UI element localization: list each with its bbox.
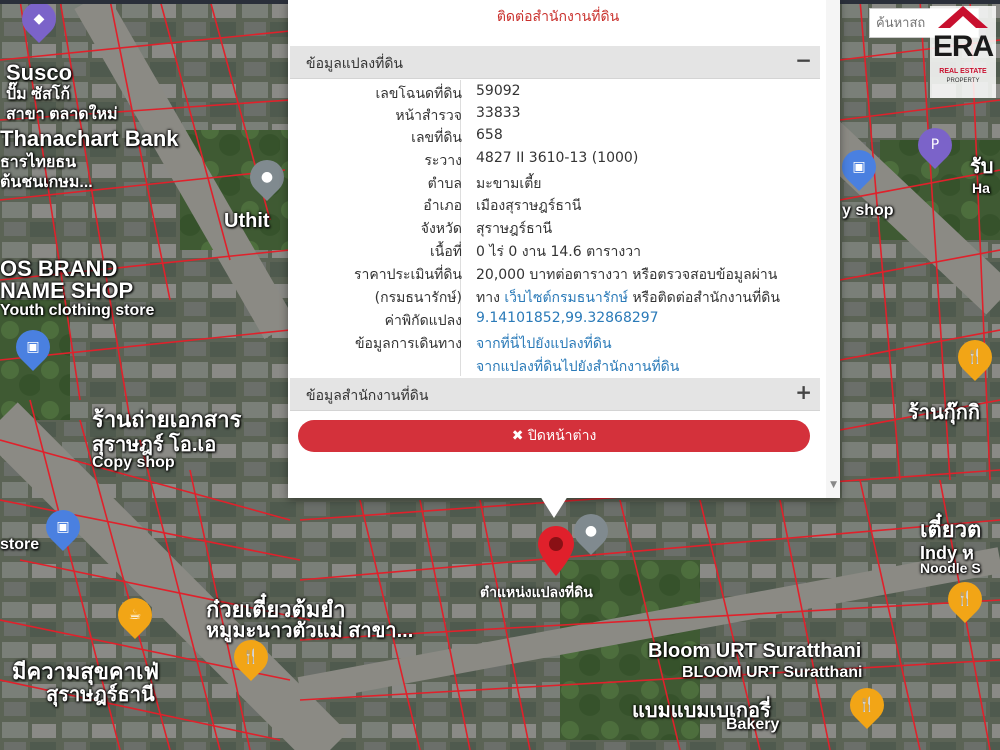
row-value: เมืองสุราษฎร์ธานี: [476, 198, 582, 214]
map-label: Copy shop: [92, 454, 175, 471]
table-row: อำเภอ เมืองสุราษฎร์ธานี: [290, 192, 820, 214]
row-value: ทาง เว็บไซต์กรมธนารักษ์ หรือติดต่อสำนักง…: [476, 287, 780, 309]
logo-tagline: REAL ESTATE: [939, 68, 987, 75]
logo-sub: PROPERTY: [946, 78, 980, 84]
table-row: เลขโฉนดที่ดิน 59092: [290, 80, 820, 102]
row-label: ระวาง: [424, 153, 462, 169]
directions-to-plot-link[interactable]: จากที่นี่ไปยังแปลงที่ดิน: [476, 333, 612, 355]
scroll-down-icon[interactable]: ▼: [830, 480, 837, 490]
map-label: ต้นชนเกษม...: [0, 174, 93, 191]
row-value: 4827 II 3610-13 (1000): [476, 150, 639, 166]
table-row: เลขที่ดิน 658: [290, 124, 820, 146]
row-value: 658: [476, 127, 503, 143]
map-label: Thanachart Bank: [0, 126, 179, 151]
close-window-button[interactable]: ✖ ปิดหน้าต่าง: [298, 420, 810, 452]
map-label: Youth clothing store: [0, 302, 155, 319]
map-label: Ha: [972, 180, 990, 196]
row-value: 0 ไร่ 0 งาน 14.6 ตารางวา: [476, 244, 641, 260]
land-plot-marker-icon[interactable]: [538, 526, 574, 576]
land-info-popup: ติดต่อสำนักงานที่ดิน ข้อมูลแปลงที่ดิน − …: [288, 0, 840, 498]
table-row: ราคาประเมินที่ดิน 20,000 บาทต่อตารางวา ห…: [290, 261, 820, 283]
treasury-website-link[interactable]: เว็บไซต์กรมธนารักษ์: [504, 290, 628, 306]
table-row: ระวาง 4827 II 3610-13 (1000): [290, 147, 820, 169]
era-logo: ERA REAL ESTATE PROPERTY: [930, 6, 996, 98]
section-header-land-office[interactable]: ข้อมูลสำนักงานที่ดิน +: [290, 378, 820, 411]
row-label: ค่าพิกัดแปลง: [384, 313, 462, 329]
row-label: ข้อมูลการเดินทาง: [354, 336, 462, 352]
marker-label: ตำแหน่งแปลงที่ดิน: [480, 585, 593, 601]
table-row: ค่าพิกัดแปลง 9.14101852,99.32868297: [290, 307, 820, 329]
section-title: ข้อมูลแปลงที่ดิน: [306, 56, 404, 72]
map-label: Bakery: [726, 716, 780, 733]
row-value: 59092: [476, 83, 521, 99]
section-title: ข้อมูลสำนักงานที่ดิน: [306, 388, 429, 404]
map-label: y shop: [842, 202, 894, 219]
section-header-land-info[interactable]: ข้อมูลแปลงที่ดิน −: [290, 46, 820, 79]
table-row: จังหวัด สุราษฎร์ธานี: [290, 215, 820, 237]
contact-land-office-link[interactable]: ติดต่อสำนักงานที่ดิน: [288, 6, 828, 28]
table-row: ข้อมูลการเดินทาง จากที่นี่ไปยังแปลงที่ดิ…: [290, 330, 820, 352]
row-value: 20,000 บาทต่อตารางวา หรือตรวจสอบข้อมูลผ่…: [476, 267, 778, 283]
row-value: 33833: [476, 105, 521, 121]
map-label: BLOOM URT Suratthani: [682, 664, 863, 681]
table-row: จากแปลงที่ดินไปยังสำนักงานที่ดิน: [290, 353, 820, 375]
row-label: ราคาประเมินที่ดิน: [353, 267, 462, 283]
map-label: store: [0, 536, 40, 553]
row-label: (กรมธนารักษ์): [374, 290, 462, 306]
map-label: หมูมะนาวตัวแม่ สาขา...: [206, 620, 414, 642]
row-label: จังหวัด: [420, 221, 462, 237]
table-row: เนื้อที่ 0 ไร่ 0 งาน 14.6 ตารางวา: [290, 238, 820, 260]
table-row: หน้าสำรวจ 33833: [290, 102, 820, 124]
close-icon: ✖: [511, 428, 524, 444]
row-label: เลขที่ดิน: [411, 130, 462, 146]
map-label: รับ: [970, 156, 994, 178]
value-suffix: หรือติดต่อสำนักงานที่ดิน: [632, 290, 780, 306]
coordinates-link[interactable]: 9.14101852,99.32868297: [476, 310, 659, 326]
map-label: สาขา ตลาดใหม่: [6, 106, 118, 123]
map-label: สุราษฎร์ธานี: [46, 684, 155, 706]
map-label: NAME SHOP: [0, 278, 134, 303]
map-label: Noodle S: [920, 560, 981, 576]
map-label: Bloom URT Suratthani: [648, 640, 862, 662]
logo-brand: ERA: [932, 30, 994, 63]
map-label: ร้านกุ๊กกิ: [908, 402, 980, 424]
row-value: สุราษฎร์ธานี: [476, 221, 553, 237]
table-row: ตำบล มะขามเตี้ย: [290, 170, 820, 192]
collapse-icon[interactable]: −: [795, 48, 812, 72]
value-prefix: ทาง: [476, 290, 500, 306]
popup-tail: [540, 496, 568, 518]
expand-icon[interactable]: +: [795, 380, 812, 404]
row-label: อำเภอ: [423, 198, 462, 214]
directions-to-office-link[interactable]: จากแปลงที่ดินไปยังสำนักงานที่ดิน: [476, 356, 679, 378]
close-button-label: ปิดหน้าต่าง: [527, 428, 597, 444]
table-row: (กรมธนารักษ์) ทาง เว็บไซต์กรมธนารักษ์ หร…: [290, 284, 820, 306]
popup-scrollbar[interactable]: ▼: [826, 0, 840, 498]
map-label: Uthit: [224, 210, 270, 232]
row-label: เนื้อที่: [430, 244, 462, 260]
